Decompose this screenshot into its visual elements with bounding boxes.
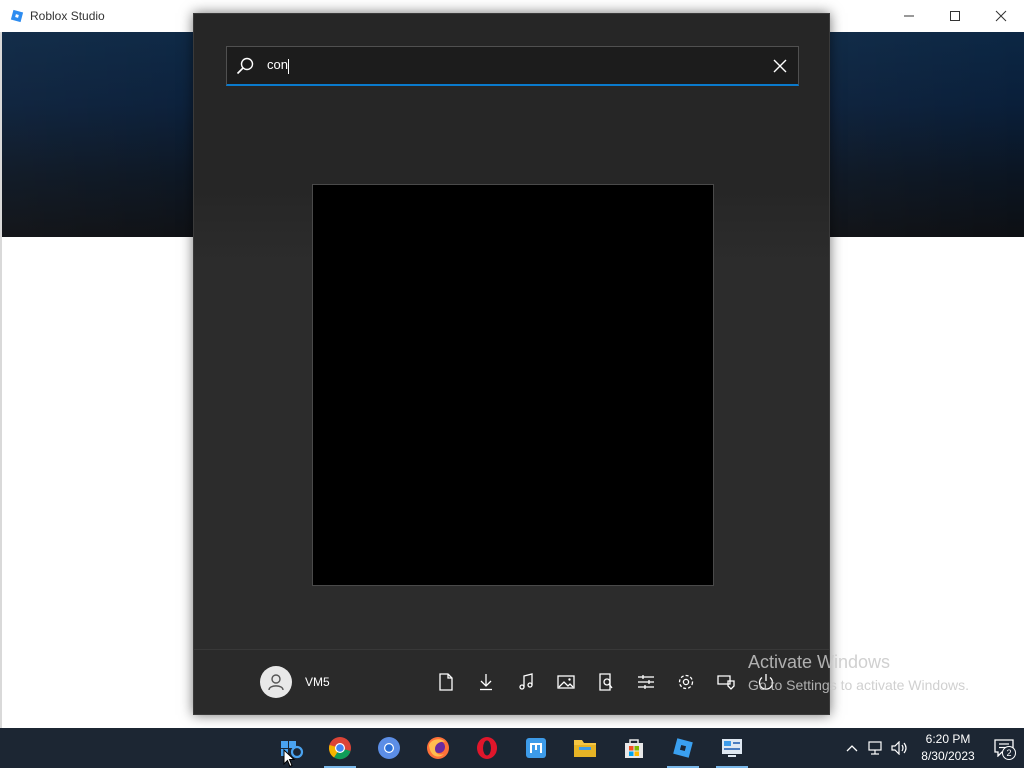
music-icon [519,673,533,690]
clear-search-button[interactable] [770,56,790,76]
search-box[interactable]: con [226,46,799,86]
clock-time: 6:20 PM [925,732,971,746]
picture-icon [557,675,575,689]
taskbar-chromium[interactable] [369,728,409,768]
roblox-studio-logo-icon [10,9,24,23]
personalization-button[interactable] [626,670,666,694]
taskbar-store[interactable] [614,728,654,768]
minimize-icon [904,15,914,17]
search-input[interactable]: con [267,57,289,74]
close-icon [773,59,787,73]
taskbar-maxthon[interactable] [516,728,556,768]
taskbar-firefox[interactable] [418,728,458,768]
folder-icon [574,740,596,757]
maximize-icon [950,11,960,21]
file-explorer-button[interactable] [586,670,626,694]
watermark-title: Activate Windows [748,652,891,672]
user-icon [260,666,292,698]
start-menu: con VM5 [193,13,830,715]
settings-button[interactable] [666,670,706,694]
speaker-icon [891,741,907,755]
user-account-button[interactable]: VM5 [260,666,330,698]
taskbar-control-panel[interactable] [712,728,752,768]
close-button[interactable] [978,0,1024,32]
sliders-icon [638,675,654,689]
watermark-subtitle: Go to Settings to activate Windows. [748,677,969,693]
chrome-icon [328,737,351,760]
taskbar-chrome[interactable] [320,728,360,768]
pictures-button[interactable] [546,670,586,694]
gear-icon [678,674,694,690]
text-caret [287,58,289,74]
close-icon [995,10,1007,22]
maxthon-icon [526,738,546,758]
chevron-up-icon [846,745,858,752]
chromium-icon [378,737,400,759]
taskbar-opera[interactable] [467,728,507,768]
network-icon [717,675,735,690]
quick-links [426,670,786,694]
control-panel-icon [722,739,742,757]
network-tray-button[interactable] [864,728,888,768]
mouse-cursor-icon [283,749,295,768]
user-name: VM5 [305,675,330,689]
maximize-button[interactable] [932,0,978,32]
volume-tray-button[interactable] [888,728,912,768]
search-icon [235,56,255,76]
system-tray: 6:20 PM 8/30/2023 2 [840,728,1024,768]
minimize-button[interactable] [886,0,932,32]
window-controls [886,0,1024,32]
search-input-value: con [267,57,288,73]
taskbar-roblox-studio[interactable] [663,728,703,768]
window-title: Roblox Studio [30,9,105,23]
explorer-icon [599,673,613,691]
taskbar-clock[interactable]: 6:20 PM 8/30/2023 [912,731,984,765]
music-button[interactable] [506,670,546,694]
action-center-button[interactable]: 2 [984,728,1024,768]
network-icon [868,741,882,755]
notification-count-badge: 2 [1002,746,1016,760]
show-hidden-icons-button[interactable] [840,728,864,768]
store-icon [625,739,643,758]
activate-windows-watermark: Activate Windows Go to Settings to activ… [748,652,969,693]
start-menu-bottom-bar: VM5 [194,649,829,714]
taskbar-file-explorer[interactable] [565,728,605,768]
opera-icon [477,737,497,759]
document-icon [439,673,453,691]
network-button[interactable] [706,670,746,694]
taskbar: 6:20 PM 8/30/2023 2 [0,728,1024,768]
search-results-preview [312,184,714,586]
download-icon [480,674,492,691]
documents-button[interactable] [426,670,466,694]
roblox-icon [673,738,693,758]
clock-date: 8/30/2023 [921,749,975,763]
downloads-button[interactable] [466,670,506,694]
window-border [0,32,2,728]
firefox-icon [427,737,449,759]
